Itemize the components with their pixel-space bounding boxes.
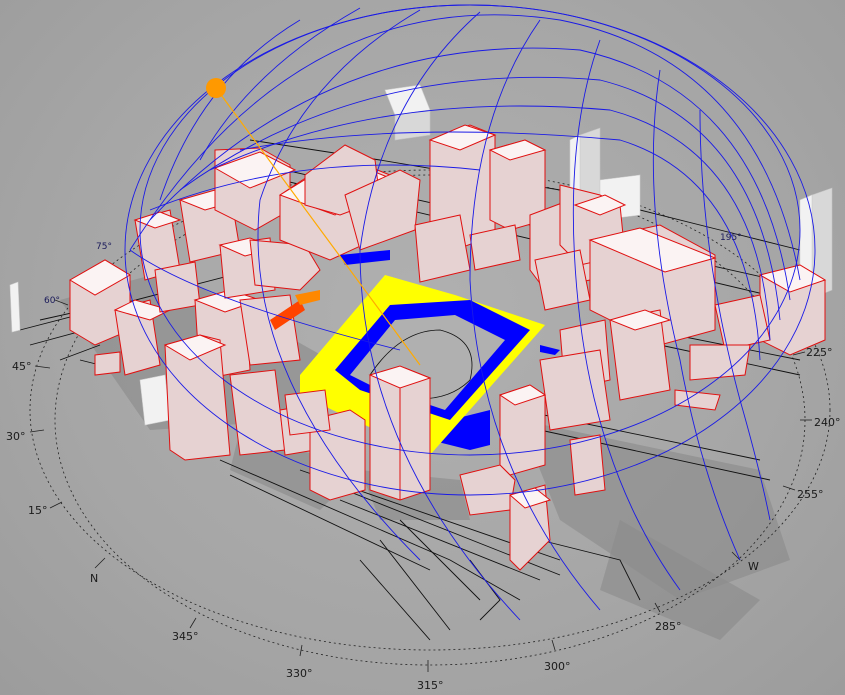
compass-label-315: 315° [417,679,444,692]
scene-canvas[interactable]: N 15° 30° 45° 60° 75° 345° 330° 315° 300… [0,0,845,695]
compass-label-225: 225° [806,346,833,359]
compass-label-240: 240° [814,416,841,429]
3d-viewport[interactable]: N 15° 30° 45° 60° 75° 345° 330° 315° 300… [0,0,845,695]
compass-label-15: 15° [28,504,48,517]
foreground-tower [368,365,432,501]
compass-label-330: 330° [286,667,313,680]
compass-label-255: 255° [797,488,824,501]
compass-label-n: N [90,572,98,585]
compass-label-75: 75° [96,242,112,252]
sun-icon[interactable] [206,78,226,98]
compass-label-285: 285° [655,620,682,633]
compass-label-60: 60° [44,296,60,306]
compass-label-300: 300° [544,660,571,673]
compass-label-30: 30° [6,430,26,443]
compass-label-45: 45° [12,360,32,373]
compass-label-w: W [748,560,759,573]
compass-label-195: 195° [720,233,742,243]
compass-label-345: 345° [172,630,199,643]
